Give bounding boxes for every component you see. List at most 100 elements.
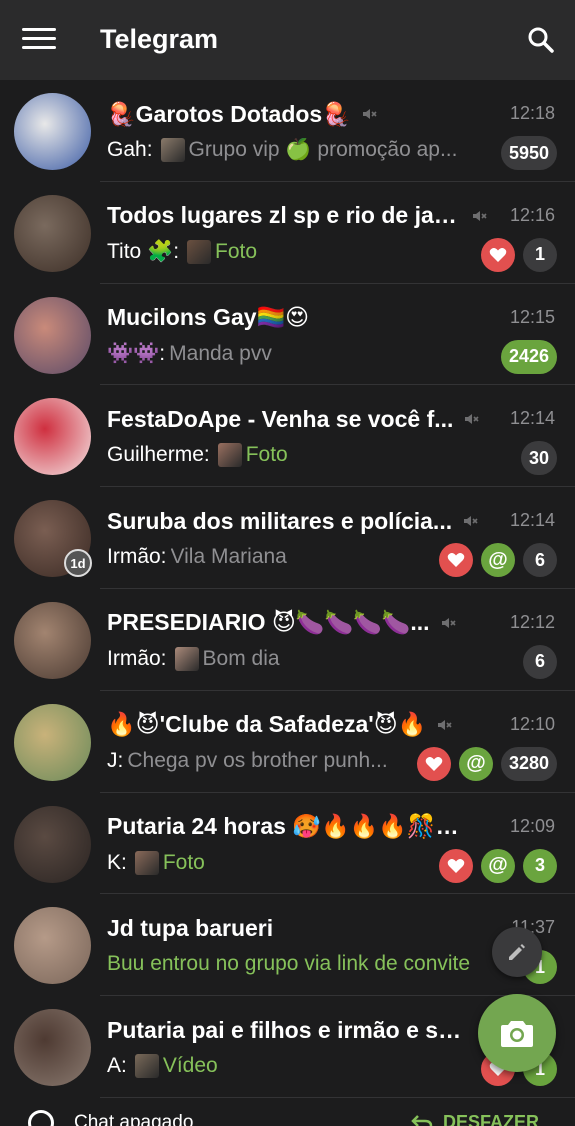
message-preview: Vila Mariana [170,545,287,569]
avatar [14,907,91,985]
message-preview: Vídeo [162,1054,218,1078]
sender-name: Tito 🧩: [107,239,180,263]
chat-time: 12:15 [509,306,555,327]
mute-icon [441,617,456,628]
sender-name: Gah: [107,138,153,161]
chat-preview: Guilherme: Foto [107,441,477,469]
chat-preview: 👾👾: Manda pvv [107,340,477,368]
chat-title-line: FestaDoApe - Venha se você f... [107,404,487,434]
chat-time: 12:16 [509,204,555,225]
chat-time: 12:09 [509,815,555,836]
reaction-badge [439,848,473,883]
chat-row[interactable]: FestaDoApe - Venha se você f... 12:14 Guil… [0,385,575,488]
sender-name: 👾👾: [107,341,166,365]
avatar [14,703,91,781]
chat-preview: Gah: Grupo vip 🍏 promoção ap... [107,136,477,164]
media-thumbnail [134,850,159,875]
chat-title-line: Jd tupa barueri [107,913,487,943]
chat-row[interactable]: Mucilons Gay🏳️‍🌈😍 12:15 👾👾: Manda pvv 2426 [0,284,575,386]
snackbar-text: Chat apagado [74,1112,194,1126]
undo-icon [411,1114,433,1126]
chat-title-line: PRESEDIARIO 😈🍆🍆🍆🍆... [107,608,487,638]
chat-title: Suruba dos militares e polícia... [107,507,453,534]
chat-title: Mucilons Gay🏳️‍🌈😍 [107,304,310,331]
badges: 30 [520,441,557,476]
unread-count-badge: 3 [523,848,557,883]
media-thumbnail [134,1054,159,1079]
badges: 6 [523,644,557,679]
app-title: Telegram [100,24,219,54]
chat-row[interactable]: Jd tupa barueri 11:37 Buu entrou no grupo … [0,894,575,997]
unread-count-badge: 5950 [500,136,557,170]
chat-row[interactable]: Putaria 24 horas 🥵🔥🔥🔥🎊🎊 12:09 K: Foto @3 [0,793,575,895]
message-preview: Foto [245,443,288,467]
unread-count-badge: 6 [523,543,557,578]
unread-count-badge: 3280 [500,746,557,781]
message-preview: Chega pv os brother punh... [127,748,388,772]
chat-title: Todos lugares zl sp e rio de jan... [107,202,461,229]
unread-count-badge: 6 [523,644,557,679]
heart-icon [447,553,465,568]
media-thumbnail [217,443,242,468]
chat-title-line: 🔥😈'Clube da Safadeza'😈🔥 [107,710,487,740]
media-thumbnail [187,239,212,264]
avatar [14,194,91,272]
heart-icon [447,858,465,873]
chat-time: 12:14 [509,510,555,531]
snackbar: Chat apagado DESFAZER [0,1098,575,1126]
chat-preview: K: Foto [107,849,477,877]
story-timer-badge: 1d [64,549,92,578]
chat-row[interactable]: 🪼Garotos Dotados🪼 12:18 Gah: Grupo vip 🍏 pr… [0,80,575,182]
camera-icon [501,1021,533,1047]
avatar [14,398,91,476]
heart-icon [489,247,507,262]
message-preview: Grupo vip 🍏 promoção ap... [188,138,458,161]
chat-title: PRESEDIARIO 😈🍆🍆🍆🍆... [107,609,430,636]
mention-badge: @ [481,543,515,578]
chat-time: 12:10 [509,713,555,734]
chat-title-line: Mucilons Gay🏳️‍🌈😍 [107,303,487,333]
message-preview: Bom dia [202,646,280,670]
mute-icon [464,516,478,527]
search-icon[interactable] [527,26,555,54]
chat-title: 🪼Garotos Dotados🪼 [107,100,351,127]
sender-name: K: [107,850,127,874]
mute-icon [362,109,377,119]
chat-title-line: Todos lugares zl sp e rio de jan... [107,201,487,231]
badges: @3 [439,848,557,883]
chat-row[interactable]: Todos lugares zl sp e rio de jan... 12:16… [0,182,575,284]
reaction-badge [439,543,473,578]
chat-title: Putaria 24 horas 🥵🔥🔥🔥🎊🎊 [107,813,462,840]
menu-icon[interactable] [22,28,56,52]
badges: @3280 [416,746,557,781]
chat-preview: Irmão: Vila Mariana [107,543,477,571]
badges: 5950 [500,136,557,170]
chat-time: 12:12 [509,611,555,632]
undo-label: DESFAZER [442,1112,539,1126]
chat-row[interactable]: 🔥😈'Clube da Safadeza'😈🔥 12:10 J: Chega pv o… [0,691,575,793]
sender-name: A: [107,1054,127,1078]
chat-row[interactable]: 1d Suruba dos militares e polícia... 12:14… [0,487,575,589]
avatar [14,1009,91,1087]
chat-title-line: Suruba dos militares e polícia... [107,506,487,536]
compose-button[interactable] [492,927,542,977]
chat-row[interactable]: PRESEDIARIO 😈🍆🍆🍆🍆... 12:12 Irmão: Bom dia 6 [0,589,575,691]
avatar [14,601,91,679]
media-thumbnail [174,646,199,671]
mute-icon [438,719,452,730]
chat-title: Putaria pai e filhos e irmão e sob... [107,1016,462,1043]
chat-preview: Buu entrou no grupo via link de convite [107,950,477,978]
heart-icon [425,756,443,771]
badges: 2426 [500,339,557,374]
chat-title-line: Putaria pai e filhos e irmão e sob... [107,1015,487,1045]
sender-name: Irmão: [107,545,167,569]
badges: 1 [481,237,557,272]
mute-icon [473,210,487,221]
chat-title: 🔥😈'Clube da Safadeza'😈🔥 [107,711,427,738]
avatar [14,93,91,170]
chat-title-line: 🪼Garotos Dotados🪼 [107,99,487,129]
chat-preview: Irmão: Bom dia [107,645,477,673]
camera-button[interactable] [478,994,556,1072]
mention-badge: @ [481,848,515,883]
undo-button[interactable]: DESFAZER [411,1112,539,1126]
